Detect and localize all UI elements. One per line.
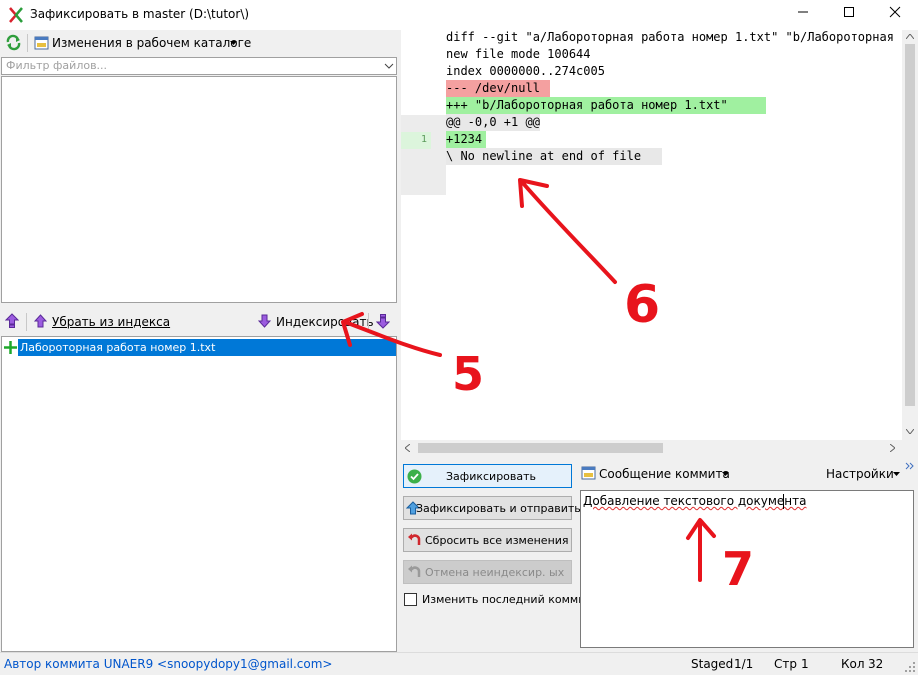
staged-files-list[interactable]: Лабороторная работа номер 1.txt (1, 336, 397, 652)
commit-message-text: Добавление текстового документа (583, 494, 807, 508)
settings-dropdown[interactable]: Настройки (826, 464, 902, 484)
text-cursor (783, 494, 784, 509)
diff-mode-line: new file mode 100644 (446, 47, 591, 61)
chevron-down-icon (893, 472, 900, 476)
diff-no-newline-line: \ No newline at end of file (446, 148, 662, 165)
toolbar-separator (26, 313, 27, 331)
commit-author-link[interactable]: Автор коммита UNAER9 <snoopydopy1@gmail.… (4, 657, 333, 671)
column-label: Кол (841, 657, 865, 671)
undo-icon (408, 533, 421, 545)
checkmark-icon (407, 469, 422, 484)
diff-gutter (401, 115, 446, 195)
horizontal-scrollbar[interactable] (401, 440, 902, 456)
filter-chevron-down-icon[interactable] (384, 63, 394, 69)
chevron-down-icon (230, 41, 237, 45)
scroll-right-icon[interactable] (890, 444, 895, 452)
worktree-changes-label: Изменения в рабочем каталоге (52, 36, 252, 50)
list-item[interactable]: Лабороторная работа номер 1.txt (2, 339, 396, 356)
resize-grip-icon[interactable] (905, 662, 916, 673)
file-filter-placeholder: Фильтр файлов... (6, 59, 108, 72)
vertical-scrollbar[interactable] (902, 30, 918, 440)
commit-message-icon (581, 466, 596, 480)
git-extensions-icon (9, 7, 23, 23)
commit-button[interactable]: Зафиксировать (403, 464, 572, 488)
unstage-label: Убрать из индекса (52, 315, 171, 329)
diff-header-line: diff --git "a/Лабороторная работа номер … (446, 30, 894, 44)
scroll-up-icon[interactable] (906, 34, 914, 39)
overflow-chevron-icon[interactable] (905, 462, 914, 472)
commit-and-push-label: Зафиксировать и отправить (416, 502, 581, 515)
reset-all-label: Сбросить все изменения (425, 534, 569, 547)
unstaged-files-list[interactable] (1, 76, 397, 303)
commit-label: Зафиксировать (446, 470, 537, 483)
unstage-button[interactable]: Убрать из индекса (32, 312, 170, 332)
scroll-down-icon[interactable] (906, 429, 914, 434)
toolbar-separator (27, 34, 28, 52)
amend-checkbox-row[interactable]: Изменить последний коммит (403, 592, 592, 608)
commit-message-menu-label: Сообщение коммита (599, 467, 730, 481)
status-bar: Автор коммита UNAER9 <snoopydopy1@gmail.… (0, 652, 918, 675)
line-label: Стр (774, 657, 797, 671)
minimize-icon (798, 11, 808, 13)
settings-label: Настройки (826, 467, 894, 481)
diff-index-line: index 0000000..274c005 (446, 64, 605, 78)
staged-file-name: Лабороторная работа номер 1.txt (20, 341, 216, 354)
title-bar: Зафиксировать в master (D:\tutor\) (0, 0, 918, 30)
window-title: Зафиксировать в master (D:\tutor\) (30, 7, 250, 21)
reset-unstaged-button[interactable]: Отмена неиндексир. ых (403, 560, 572, 584)
horizontal-scroll-thumb[interactable] (418, 443, 663, 453)
reset-all-button[interactable]: Сбросить все изменения (403, 528, 572, 552)
scroll-left-icon[interactable] (405, 444, 410, 452)
close-icon (889, 6, 901, 18)
staged-toolbar: Убрать из индекса Индексировать (0, 309, 398, 335)
staged-count-value: 1/1 (734, 657, 754, 671)
maximize-icon (844, 7, 854, 17)
worktree-icon (34, 36, 49, 50)
chevron-down-icon (722, 472, 729, 476)
staged-count-label: Staged (691, 657, 734, 671)
vertical-scroll-thumb[interactable] (905, 44, 915, 406)
diff-hunk-line: @@ -0,0 +1 @@ (446, 114, 540, 131)
refresh-icon[interactable] (5, 34, 22, 51)
stage-arrow-down-icon (258, 314, 271, 328)
maximize-button[interactable] (826, 0, 872, 30)
commit-message-dropdown[interactable]: Сообщение коммита (579, 464, 739, 484)
stage-button[interactable]: Индексировать (256, 312, 374, 332)
unstage-all-icon[interactable] (5, 313, 19, 329)
file-added-icon (4, 341, 17, 354)
stage-all-icon[interactable] (376, 313, 390, 329)
unstage-arrow-up-icon (34, 314, 47, 328)
toolbar-separator (368, 313, 369, 331)
diff-added-file-line: +++ "b/Лабороторная работа номер 1.txt" (446, 97, 766, 114)
minimize-button[interactable] (780, 0, 826, 30)
line-value: 1 (801, 657, 809, 671)
close-button[interactable] (872, 0, 918, 30)
commit-message-input[interactable]: Добавление текстового документа (580, 490, 914, 648)
amend-checkbox[interactable] (404, 593, 417, 606)
stage-label: Индексировать (276, 315, 374, 329)
reset-unstaged-label: Отмена неиндексир. ых (425, 566, 565, 579)
amend-label: Изменить последний коммит (422, 593, 592, 606)
worktree-toolbar: Изменения в рабочем каталоге (0, 30, 398, 56)
commit-and-push-button[interactable]: Зафиксировать и отправить (403, 496, 581, 520)
diff-added-line: +1234 (446, 131, 486, 148)
diff-removed-line: --- /dev/null (446, 80, 550, 97)
column-value: 32 (868, 657, 884, 671)
file-filter-input[interactable]: Фильтр файлов... (1, 57, 397, 75)
gutter-line-number: 1 (421, 134, 428, 145)
undo-disabled-icon (408, 565, 421, 577)
